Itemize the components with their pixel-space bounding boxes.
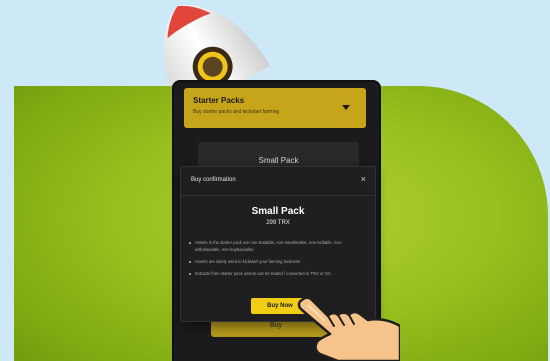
- pointing-hand-icon: [297, 296, 400, 361]
- list-item: Assets in the starter pack are non-trada…: [189, 239, 367, 253]
- list-item: Assets are solely used to kickstart your…: [189, 258, 367, 265]
- modal-header: Buy confirmation ×: [181, 167, 375, 196]
- product-name: Small Pack: [251, 206, 305, 217]
- notes-list: Assets in the starter pack are non-trada…: [189, 239, 367, 282]
- product-price: 299 TRX: [266, 220, 290, 226]
- close-icon[interactable]: ×: [361, 174, 366, 184]
- modal-title: Buy confirmation: [191, 177, 236, 183]
- pack-card-title: Small Pack: [258, 156, 299, 165]
- starter-packs-dropdown[interactable]: Starter Packs Buy starter packs and kick…: [184, 88, 366, 128]
- dropdown-title: Starter Packs: [193, 96, 245, 105]
- dropdown-subtitle: Buy starter packs and kickstart farming: [193, 109, 280, 115]
- list-item: Extracts from starter pack assets can be…: [189, 270, 367, 277]
- chevron-down-icon[interactable]: [342, 105, 350, 110]
- promo-stage: Starter Packs Buy starter packs and kick…: [0, 0, 550, 361]
